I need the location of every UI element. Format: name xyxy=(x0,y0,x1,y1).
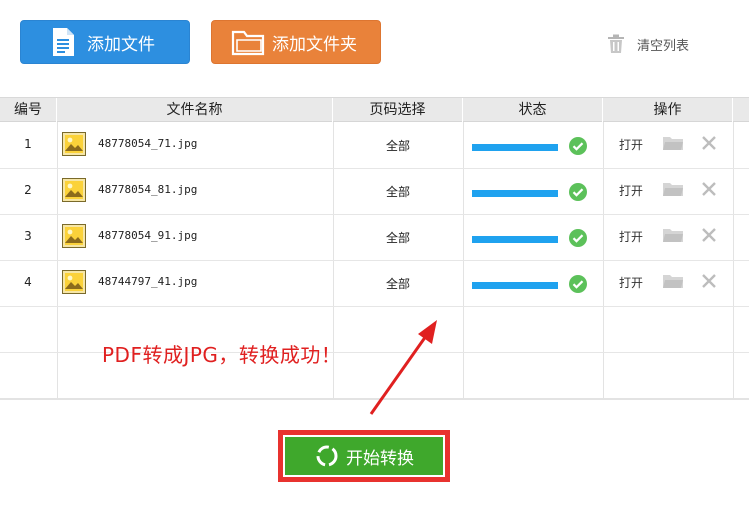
progress-bar xyxy=(472,282,558,289)
clear-list-button[interactable]: 清空列表 xyxy=(605,32,689,56)
add-folder-button[interactable]: 添加文件夹 xyxy=(211,20,381,64)
row-index: 1 xyxy=(24,137,32,151)
row-divider xyxy=(0,306,749,307)
add-file-label: 添加文件 xyxy=(87,34,155,55)
page-select[interactable]: 全部 xyxy=(333,137,463,154)
folder-open-icon[interactable] xyxy=(662,134,684,152)
folder-open-icon[interactable] xyxy=(662,272,684,290)
check-circle-icon xyxy=(569,137,587,155)
toolbar: 添加文件 添加文件夹 清空列表 xyxy=(0,0,749,92)
row-index: 2 xyxy=(24,183,32,197)
check-circle-icon xyxy=(569,183,587,201)
start-convert-label: 开始转换 xyxy=(346,448,414,469)
progress-bar xyxy=(472,190,558,197)
clear-list-label: 清空列表 xyxy=(637,38,690,54)
close-icon[interactable] xyxy=(701,181,717,197)
header-status: 状态 xyxy=(463,98,603,122)
page-select[interactable]: 全部 xyxy=(333,183,463,200)
image-file-icon xyxy=(62,132,86,156)
header-file-name: 文件名称 xyxy=(57,98,333,122)
file-name: 48778054_81.jpg xyxy=(98,183,198,196)
table-header: 编号 文件名称 页码选择 状态 操作 xyxy=(0,98,749,122)
page-select[interactable]: 全部 xyxy=(333,275,463,292)
start-button-highlight: 开始转换 xyxy=(278,430,450,482)
row-index: 3 xyxy=(24,229,32,243)
document-icon xyxy=(41,20,85,64)
file-name: 48778054_71.jpg xyxy=(98,137,198,150)
close-icon[interactable] xyxy=(701,135,717,151)
image-file-icon xyxy=(62,178,86,202)
converter-window: 添加文件 添加文件夹 清空列表 编号 文件名称 页码选择 状态 操作 1 487… xyxy=(0,0,749,506)
check-circle-icon xyxy=(569,229,587,247)
open-button[interactable]: 打开 xyxy=(619,136,643,153)
image-file-icon xyxy=(62,270,86,294)
refresh-icon xyxy=(314,443,340,469)
open-button[interactable]: 打开 xyxy=(619,182,643,199)
check-circle-icon xyxy=(569,275,587,293)
add-folder-label: 添加文件夹 xyxy=(272,34,357,55)
add-file-button[interactable]: 添加文件 xyxy=(20,20,190,64)
header-page-select: 页码选择 xyxy=(333,98,463,122)
close-icon[interactable] xyxy=(701,227,717,243)
row-index: 4 xyxy=(24,275,32,289)
success-annotation: PDF转成JPG，转换成功！ xyxy=(102,343,342,367)
start-convert-button[interactable]: 开始转换 xyxy=(283,435,445,477)
progress-bar xyxy=(472,144,558,151)
page-select[interactable]: 全部 xyxy=(333,229,463,246)
file-name: 48778054_91.jpg xyxy=(98,229,198,242)
folder-icon xyxy=(226,20,270,64)
trash-icon xyxy=(605,33,627,55)
header-actions: 操作 xyxy=(603,98,733,122)
image-file-icon xyxy=(62,224,86,248)
file-name: 48744797_41.jpg xyxy=(98,275,198,288)
folder-open-icon[interactable] xyxy=(662,180,684,198)
open-button[interactable]: 打开 xyxy=(619,228,643,245)
open-button[interactable]: 打开 xyxy=(619,274,643,291)
folder-open-icon[interactable] xyxy=(662,226,684,244)
progress-bar xyxy=(472,236,558,243)
header-index: 编号 xyxy=(0,98,57,122)
close-icon[interactable] xyxy=(701,273,717,289)
